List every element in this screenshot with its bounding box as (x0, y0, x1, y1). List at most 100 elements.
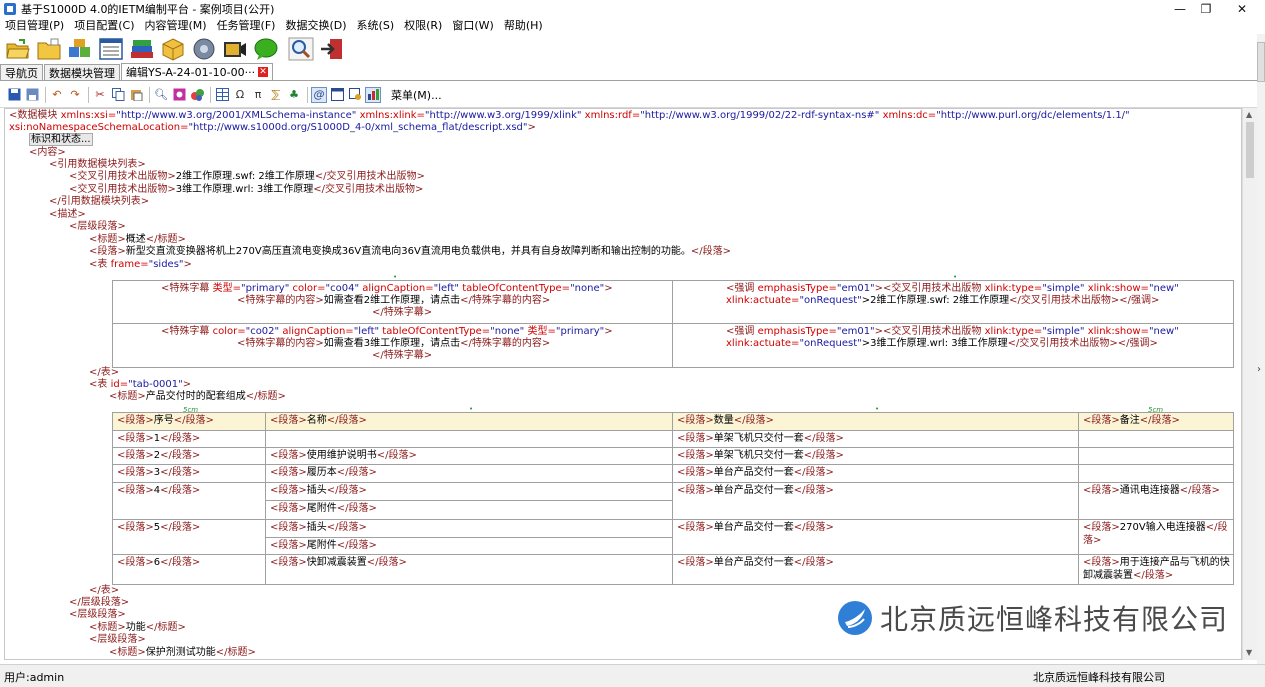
tags-view-button[interactable]: @ (311, 86, 327, 103)
undo-button[interactable]: ↶ (49, 87, 65, 103)
tree-button[interactable]: ♣ (286, 87, 302, 103)
open-folder-button[interactable] (4, 35, 32, 63)
menu-permissions[interactable]: 权限(R) (404, 17, 442, 33)
side-scroll-knob[interactable] (1257, 42, 1265, 82)
table1-cell-r1c1-line1: <特殊字幕 类型="primary" color="co04" alignCap… (161, 283, 613, 296)
menu-system[interactable]: 系统(S) (357, 17, 395, 33)
xml-line-para1: <段落>新型交直流变换器将机上270V高压直流电变换成36V直流电向36V直流用… (89, 246, 731, 259)
xml-tag: </段落> (793, 485, 834, 496)
xml-tag: </段落> (160, 450, 201, 461)
insert-formula-button[interactable]: π (250, 87, 266, 103)
format-button[interactable]: ⅀ (268, 87, 284, 103)
chart-view-button[interactable] (365, 86, 381, 103)
xml-tag: </段落> (160, 485, 201, 496)
table2-row-divider (112, 430, 1234, 431)
insert-symbol-button[interactable]: Ω (232, 87, 248, 103)
folder-button[interactable] (35, 35, 63, 63)
normal-view-button[interactable] (329, 87, 345, 103)
insert-graphic-button[interactable] (189, 87, 205, 103)
table2-col-divider (672, 412, 673, 585)
xml-tag: ><交叉引用技术出版物 (874, 326, 982, 337)
video-button[interactable] (221, 35, 249, 63)
table1-cell-r1c1-line3: </特殊字幕> (372, 307, 433, 318)
table2-row-divider (112, 554, 1234, 555)
package-button[interactable] (159, 35, 187, 63)
xml-tag: </段落> (326, 522, 367, 533)
xml-text: >3维工作原理.wrl: 3维工作原理 (861, 338, 1008, 349)
table2-cell-number: <段落>5</段落> (117, 522, 200, 535)
list-button[interactable] (97, 35, 125, 63)
xml-text: 插头 (306, 522, 327, 533)
menu-data-exchange[interactable]: 数据交换(D) (285, 17, 346, 33)
xml-text: 功能 (125, 622, 146, 633)
media-icon (193, 38, 215, 60)
find-button[interactable]: 🔍︎ (153, 87, 169, 103)
editor-vertical-scrollbar[interactable]: ▲ ▼ (1242, 108, 1257, 660)
table2-cell-name: <段落>尾附件</段落> (270, 503, 377, 516)
insert-table-button[interactable] (214, 87, 230, 103)
tab-navigation[interactable]: 导航页 (0, 64, 43, 80)
xml-tag: </段落> (160, 522, 201, 533)
xml-attr-value: "left" (353, 326, 380, 337)
scroll-up-icon[interactable]: ▲ (1246, 110, 1252, 119)
xml-attr-name: 类型= (527, 326, 556, 337)
preview-button[interactable] (347, 87, 363, 103)
xml-line-ref2: <交叉引用技术出版物>3维工作原理.wrl: 3维工作原理</交叉引用技术出版物… (69, 184, 423, 197)
xml-tag: <段落> (677, 433, 714, 444)
xml-tag: </段落> (336, 540, 377, 551)
table2-header-cell: <段落>名称</段落> (270, 415, 367, 428)
books-button[interactable] (128, 35, 156, 63)
xml-editor[interactable]: <数据模块 xmlns:xsi="http://www.w3.org/2001/… (4, 108, 1242, 660)
modules-button[interactable] (66, 35, 94, 63)
xml-tag: <段落> (270, 467, 307, 478)
toolbar-separator (149, 86, 150, 103)
xml-tag: <段落> (270, 522, 307, 533)
xml-attr-value: "co04" (325, 283, 360, 294)
copy-button[interactable] (110, 87, 126, 103)
tab-data-module-management[interactable]: 数据模块管理 (44, 64, 120, 80)
cut-button[interactable]: ✂ (92, 87, 108, 103)
scroll-thumb[interactable] (1246, 122, 1254, 178)
redo-button[interactable]: ↷ (67, 87, 83, 103)
tags-view-icon: @ (313, 88, 325, 101)
menu-window[interactable]: 窗口(W) (452, 17, 493, 33)
side-panel-collapsed: › (1257, 34, 1265, 664)
xml-tag: </段落> (173, 415, 214, 426)
pi-icon: π (254, 88, 262, 101)
collapsed-ident-status[interactable]: 标识和状态... (29, 133, 93, 146)
xml-attr-name: id= (110, 379, 129, 390)
scroll-down-icon[interactable]: ▼ (1246, 648, 1252, 657)
xml-attr-value: "simple" (1042, 283, 1085, 294)
copy-icon (111, 88, 124, 101)
chat-button[interactable] (252, 35, 280, 63)
table-icon (215, 88, 229, 101)
xml-tag-levelled-para: <层级段落> (69, 221, 126, 232)
menu-content-management[interactable]: 内容管理(M) (144, 17, 206, 33)
xml-text: 使用维护说明书 (306, 450, 377, 461)
toolbar-separator (45, 86, 46, 103)
xml-tag: </段落> (1139, 415, 1180, 426)
menu-task-management[interactable]: 任务管理(F) (217, 17, 276, 33)
menu-project-management[interactable]: 项目管理(P) (5, 17, 64, 33)
save-as-button[interactable] (24, 87, 40, 103)
tab-editor[interactable]: 编辑YS-A-24-01-10-00··· ✕ (121, 63, 274, 80)
expand-panel-icon[interactable]: › (1257, 364, 1261, 375)
media-button[interactable] (190, 35, 218, 63)
menu-help[interactable]: 帮助(H) (504, 17, 543, 33)
table2-cell-quantity: <段落>单台产品交付一套</段落> (677, 557, 834, 570)
xml-tag: </段落> (160, 467, 201, 478)
xml-tag: </标题> (215, 647, 256, 658)
editor-menu-button[interactable]: 菜单(M)... (391, 87, 442, 103)
paste-button[interactable] (128, 87, 144, 103)
status-user: 用户:admin (4, 671, 65, 684)
close-tab-icon[interactable]: ✕ (258, 67, 269, 77)
exit-button[interactable] (318, 35, 346, 63)
table2-col-divider (1078, 412, 1079, 585)
insert-image-button[interactable] (171, 87, 187, 103)
menu-project-config[interactable]: 项目配置(C) (74, 17, 134, 33)
save-button[interactable] (6, 87, 22, 103)
table2-cell-quantity: <段落>单台产品交付一套</段落> (677, 467, 834, 480)
xml-tag: </段落> (1133, 569, 1174, 581)
xml-attr-name: emphasisType= (757, 326, 837, 337)
search-button[interactable] (287, 35, 315, 63)
